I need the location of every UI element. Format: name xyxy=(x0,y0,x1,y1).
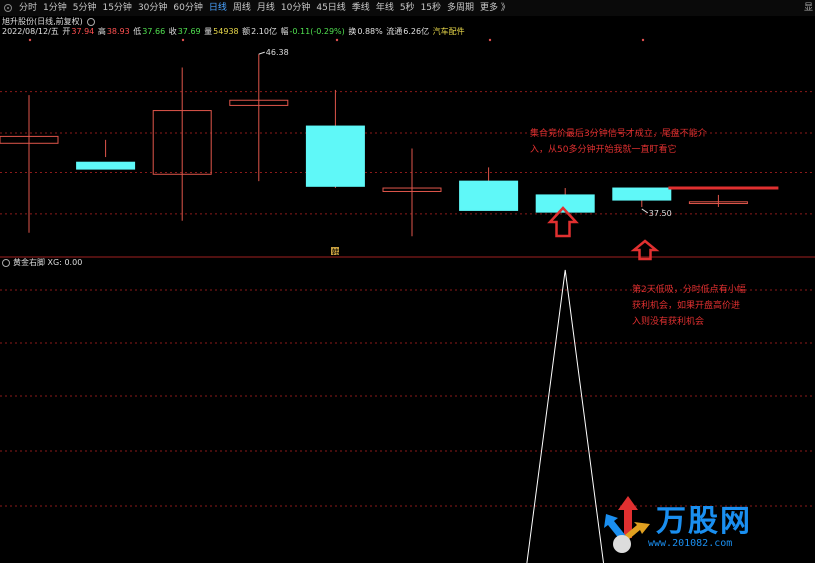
top-dot-marker xyxy=(181,38,185,42)
indicator-settings-icon[interactable] xyxy=(2,258,10,267)
low-tag-pointer xyxy=(641,208,649,214)
candle-body-down xyxy=(459,180,519,211)
annotation-note-1-line-1: 集合竞价最后3分钟信号才成立，尾盘不能介 xyxy=(530,129,707,139)
indicator-signal-line xyxy=(526,269,604,563)
watermark-text: 万股网 xyxy=(656,504,752,539)
top-dot-marker xyxy=(28,38,32,42)
annotation-note-2-line-2: 获利机会，如果开盘高价进 xyxy=(632,301,741,311)
high-price-tag: 46.38 xyxy=(266,48,289,57)
high-tag-pointer xyxy=(258,51,265,55)
top-dot-marker xyxy=(488,38,492,42)
candle-body-down xyxy=(612,187,672,201)
top-dot-marker xyxy=(335,38,339,42)
indicator-name: 黄金右脚 xyxy=(13,258,45,267)
top-dot-marker xyxy=(641,38,645,42)
low-price-tag: 37.50 xyxy=(649,209,672,218)
indicator-label: 黄金右脚 XG: 0.00 xyxy=(2,258,82,268)
annotation-note-1: 集合竞价最后3分钟信号才成立，尾盘不能介 入，从50多分钟开始我就一直盯看它 xyxy=(530,126,707,158)
annotation-note-2-line-3: 入则没有获利机会 xyxy=(632,317,705,327)
candle-body-down xyxy=(76,161,136,170)
indicator-value: XG: 0.00 xyxy=(47,258,83,267)
watermark-url: www.201082.com xyxy=(648,538,733,549)
annotation-note-2: 第2天低吸，分时低点有小幅 获利机会，如果开盘高价进 入则没有获利机会 xyxy=(632,282,746,330)
annotation-note-1-line-2: 入，从50多分钟开始我就一直盯看它 xyxy=(530,145,677,155)
annotation-note-2-line-1: 第2天低吸，分时低点有小幅 xyxy=(632,285,746,295)
event-marker-text: 韩 xyxy=(332,247,339,256)
candle-body-down xyxy=(305,125,365,187)
signal-up-arrow-2 xyxy=(630,239,660,261)
logo-arrows-icon xyxy=(604,496,650,553)
watermark-logo: 万股网 www.201082.com xyxy=(598,488,798,560)
